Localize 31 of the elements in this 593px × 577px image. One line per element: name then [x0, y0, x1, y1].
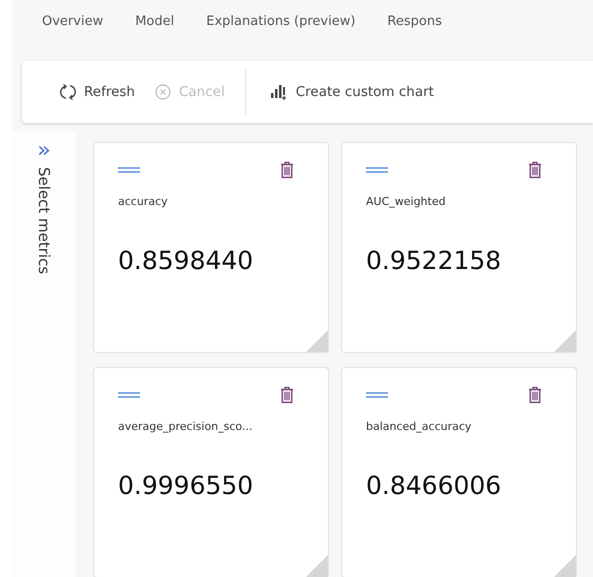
resize-handle-icon[interactable] — [554, 330, 576, 352]
metric-value: 0.9996550 — [118, 471, 254, 500]
bar-chart-icon — [270, 84, 288, 100]
tab[interactable]: Respons — [381, 12, 448, 32]
resize-handle-icon[interactable] — [554, 555, 576, 577]
drag-handle-icon[interactable] — [118, 392, 140, 398]
drag-handle-icon[interactable] — [118, 167, 140, 173]
select-metrics-label[interactable]: Select metrics — [35, 167, 53, 274]
tab[interactable]: Model — [129, 12, 180, 32]
resize-handle-icon[interactable] — [306, 555, 328, 577]
chart-button[interactable]: Create custom chart — [266, 80, 444, 104]
metric-name: balanced_accuracy — [366, 420, 472, 433]
expand-button[interactable]: » — [35, 141, 53, 161]
resize-handle-icon[interactable] — [306, 330, 328, 352]
cancel-icon — [154, 84, 171, 100]
metric-name: AUC_weighted — [366, 195, 447, 208]
refresh-icon — [60, 83, 76, 101]
metric-name: accuracy — [118, 195, 169, 208]
metric-value: 0.9522158 — [366, 246, 502, 275]
metric-name: average_precision_sco... — [118, 420, 254, 433]
delete-icon[interactable] — [528, 386, 542, 404]
drag-handle-icon[interactable] — [366, 167, 388, 173]
tab[interactable]: Explanations (preview) — [200, 12, 362, 32]
delete-icon[interactable] — [280, 161, 294, 179]
metric-value: 0.8466006 — [366, 471, 502, 500]
tab[interactable]: Overview — [36, 12, 110, 32]
refresh-button[interactable]: Refresh — [56, 79, 145, 105]
metric-value: 0.8598440 — [118, 246, 254, 275]
drag-handle-icon[interactable] — [366, 392, 388, 398]
delete-icon[interactable] — [280, 386, 294, 404]
delete-icon[interactable] — [528, 161, 542, 179]
